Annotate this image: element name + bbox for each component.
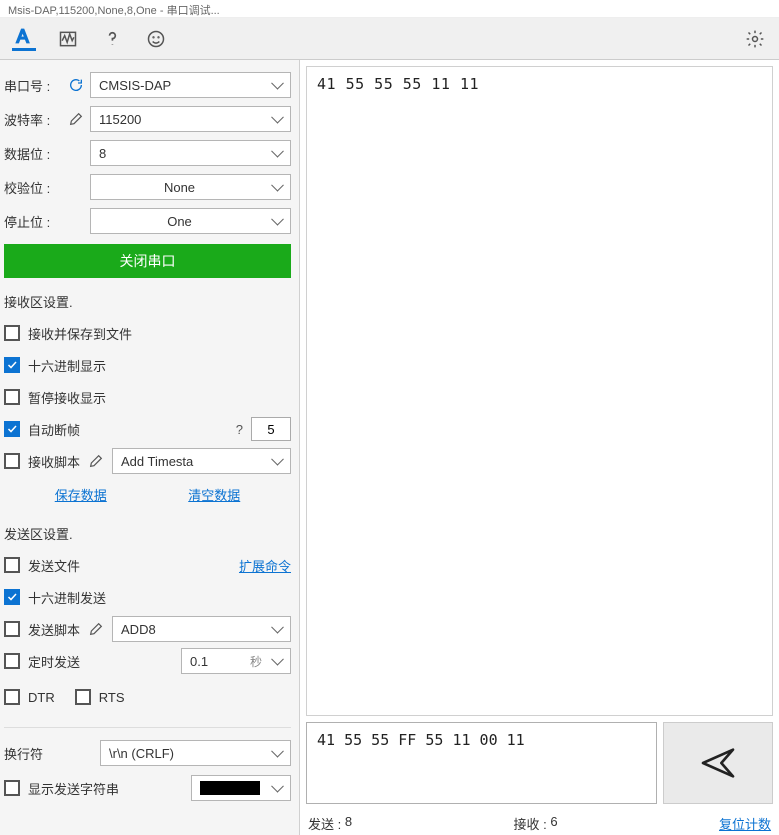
- timed-send-label: 定时发送: [28, 652, 80, 671]
- databits-value: 8: [99, 146, 106, 161]
- port-value: CMSIS-DAP: [99, 78, 171, 93]
- newline-label: 换行符: [4, 744, 94, 763]
- tx-hex-checkbox[interactable]: [4, 589, 20, 605]
- rts-checkbox[interactable]: [75, 689, 91, 705]
- parity-select[interactable]: None: [90, 174, 291, 200]
- databits-label: 数据位 :: [4, 144, 62, 163]
- stopbits-value: One: [167, 214, 192, 229]
- left-panel: 串口号 : CMSIS-DAP 波特率 : 115200 数据位 : 8 校验位…: [0, 60, 300, 835]
- databits-select[interactable]: 8: [90, 140, 291, 166]
- port-label: 串口号 :: [4, 76, 62, 95]
- smiley-icon[interactable]: [144, 27, 168, 51]
- newline-value: \r\n (CRLF): [109, 746, 174, 761]
- dtr-label: DTR: [28, 690, 55, 705]
- timed-send-value: 0.1: [190, 654, 208, 669]
- edit-icon[interactable]: [68, 111, 84, 127]
- rx-autoframe-checkbox[interactable]: [4, 421, 20, 437]
- show-tx-str-label: 显示发送字符串: [28, 779, 119, 798]
- dtr-checkbox[interactable]: [4, 689, 20, 705]
- color-swatch: [200, 781, 260, 795]
- rx-pause-checkbox[interactable]: [4, 389, 20, 405]
- tx-count-label: 发送 :: [308, 814, 341, 833]
- edit-icon[interactable]: [88, 453, 104, 469]
- reset-count-link[interactable]: 复位计数: [719, 814, 771, 833]
- rts-label: RTS: [99, 690, 125, 705]
- stopbits-label: 停止位 :: [4, 212, 62, 231]
- tx-textarea[interactable]: 41 55 55 FF 55 11 00 11: [306, 722, 657, 804]
- tx-sendfile-checkbox[interactable]: [4, 557, 20, 573]
- timed-send-input[interactable]: 0.1 秒: [181, 648, 291, 674]
- rx-script-checkbox[interactable]: [4, 453, 20, 469]
- stopbits-select[interactable]: One: [90, 208, 291, 234]
- refresh-icon[interactable]: [68, 77, 84, 93]
- rx-hex-label: 十六进制显示: [28, 356, 106, 375]
- send-icon: [698, 743, 738, 783]
- right-panel: 41 55 55 55 11 11 41 55 55 FF 55 11 00 1…: [300, 60, 779, 835]
- parity-label: 校验位 :: [4, 178, 62, 197]
- newline-select[interactable]: \r\n (CRLF): [100, 740, 291, 766]
- baud-select[interactable]: 115200: [90, 106, 291, 132]
- clear-data-link[interactable]: 清空数据: [188, 485, 240, 504]
- send-button[interactable]: [663, 722, 773, 804]
- tab-text-icon[interactable]: A: [12, 27, 36, 51]
- tx-script-select[interactable]: ADD8: [112, 616, 291, 642]
- rx-pause-label: 暂停接收显示: [28, 388, 106, 407]
- help-icon[interactable]: [100, 27, 124, 51]
- rx-hex-checkbox[interactable]: [4, 357, 20, 373]
- rx-script-label: 接收脚本: [28, 452, 80, 471]
- tx-sendfile-label: 发送文件: [28, 556, 80, 575]
- svg-text:A: A: [17, 26, 30, 46]
- parity-value: None: [164, 180, 195, 195]
- tx-section-header: 发送区设置.: [4, 524, 291, 543]
- rx-script-select[interactable]: Add Timesta: [112, 448, 291, 474]
- toolbar: A: [0, 18, 779, 60]
- rx-count-label: 接收 :: [514, 814, 547, 833]
- show-tx-str-checkbox[interactable]: [4, 780, 20, 796]
- rx-section-header: 接收区设置.: [4, 292, 291, 311]
- ext-cmd-link[interactable]: 扩展命令: [239, 556, 291, 575]
- edit-icon[interactable]: [88, 621, 104, 637]
- tx-count-value: 8: [345, 814, 352, 833]
- autoframe-input[interactable]: [251, 417, 291, 441]
- port-select[interactable]: CMSIS-DAP: [90, 72, 291, 98]
- tx-hex-label: 十六进制发送: [28, 588, 106, 607]
- rx-textarea[interactable]: 41 55 55 55 11 11: [306, 66, 773, 716]
- tx-script-checkbox[interactable]: [4, 621, 20, 637]
- rx-script-value: Add Timesta: [121, 454, 193, 469]
- window-title: Msis-DAP,115200,None,8,One - 串口调试...: [0, 0, 779, 18]
- baud-value: 115200: [99, 112, 141, 127]
- tx-script-value: ADD8: [121, 622, 156, 637]
- color-select[interactable]: [191, 775, 291, 801]
- status-bar: 发送 : 8 接收 : 6 复位计数: [300, 810, 779, 835]
- save-data-link[interactable]: 保存数据: [55, 485, 107, 504]
- rx-autoframe-label: 自动断帧: [28, 420, 80, 439]
- tx-script-label: 发送脚本: [28, 620, 80, 639]
- timed-send-checkbox[interactable]: [4, 653, 20, 669]
- rx-savefile-label: 接收并保存到文件: [28, 324, 132, 343]
- close-port-button[interactable]: 关闭串口: [4, 244, 291, 278]
- autoframe-help[interactable]: ?: [236, 422, 243, 437]
- tab-wave-icon[interactable]: [56, 27, 80, 51]
- rx-savefile-checkbox[interactable]: [4, 325, 20, 341]
- rx-count-value: 6: [550, 814, 557, 833]
- baud-label: 波特率 :: [4, 110, 62, 129]
- gear-icon[interactable]: [743, 27, 767, 51]
- timed-send-unit: 秒: [250, 653, 262, 670]
